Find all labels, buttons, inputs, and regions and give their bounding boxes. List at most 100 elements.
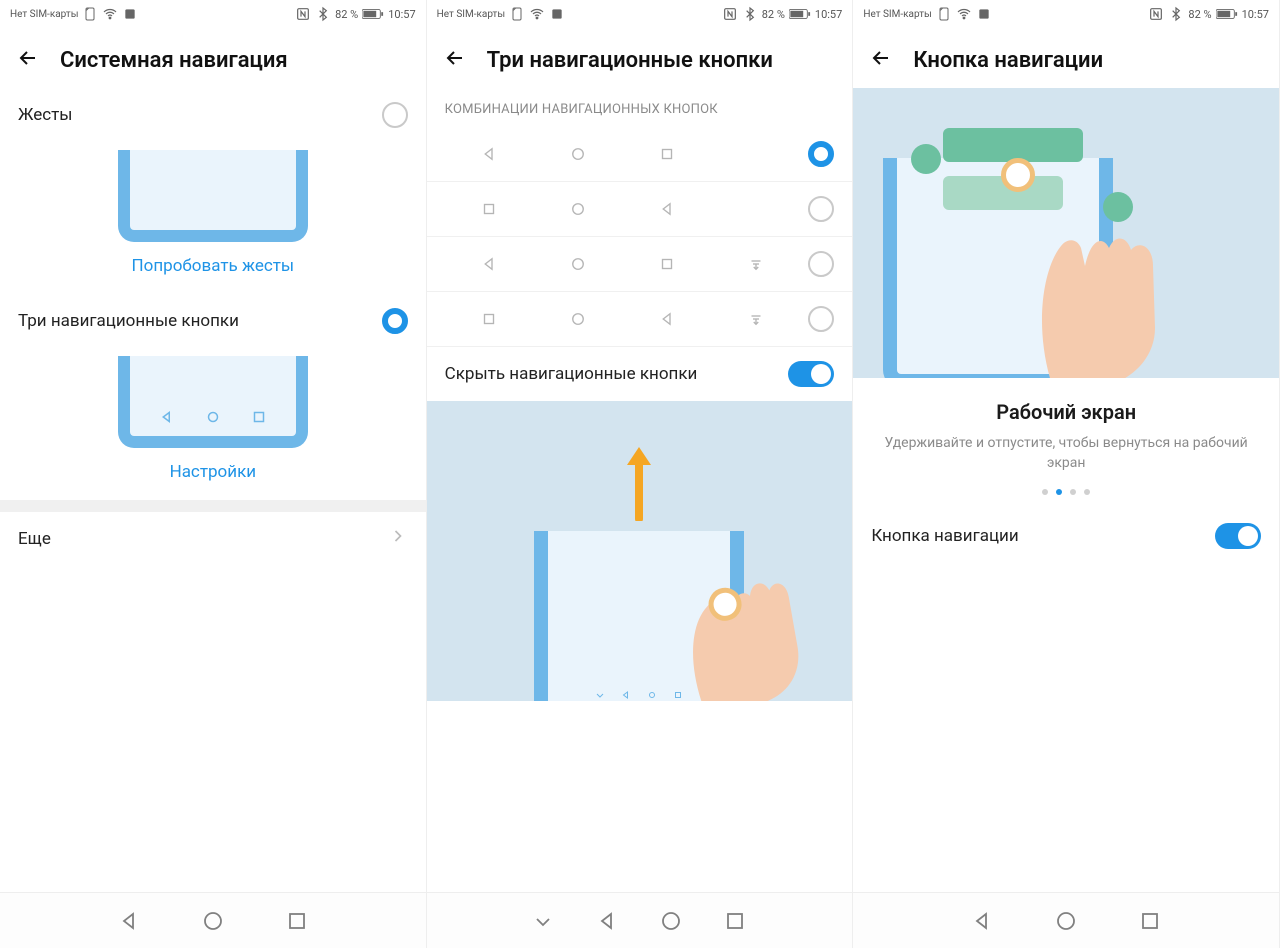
screen-three-nav-keys: Нет SIM-карты 82 % 10:57 Три навигационн… <box>427 0 854 948</box>
hide-nav-keys-row[interactable]: Скрыть навигационные кнопки <box>427 347 853 401</box>
back-button[interactable] <box>869 46 893 74</box>
combo-option-0[interactable] <box>427 127 853 182</box>
back-button[interactable] <box>443 46 467 74</box>
page-dot <box>1056 489 1062 495</box>
more-row[interactable]: Еще <box>0 512 426 565</box>
description-block: Рабочий экран Удерживайте и отпустите, ч… <box>853 378 1279 483</box>
sim-icon-2 <box>549 6 565 22</box>
battery-pct: 82 % <box>335 8 358 21</box>
page-dot <box>1070 489 1076 495</box>
try-gestures-link[interactable]: Попробовать жесты <box>0 242 426 294</box>
sysnav-back-icon[interactable] <box>595 909 619 933</box>
radio-unchecked-icon <box>808 306 834 332</box>
header: Три навигационные кнопки <box>427 28 853 88</box>
toggle-on-icon[interactable] <box>1215 523 1261 549</box>
option-three-keys[interactable]: Три навигационные кнопки <box>0 294 426 348</box>
sim-status: Нет SIM-карты <box>10 9 78 20</box>
status-bar: Нет SIM-карты 82 % 10:57 <box>427 0 853 28</box>
radio-checked-icon <box>382 308 408 334</box>
clock: 10:57 <box>815 8 842 21</box>
system-nav-bar <box>853 892 1279 948</box>
nfc-icon <box>295 6 311 22</box>
home-icon <box>558 145 598 163</box>
clock: 10:57 <box>388 8 415 21</box>
three-keys-illustration <box>0 348 426 448</box>
sysnav-home-icon[interactable] <box>1054 909 1078 933</box>
back-button[interactable] <box>16 46 40 74</box>
sysnav-back-icon[interactable] <box>970 909 994 933</box>
status-bar: Нет SIM-карты 82 % 10:57 <box>853 0 1279 28</box>
nav-button-illustration <box>853 88 1279 378</box>
sysnav-home-icon[interactable] <box>201 909 225 933</box>
home-icon <box>558 310 598 328</box>
screen-navigation-button: Нет SIM-карты 82 % 10:57 Кнопка навигаци… <box>853 0 1280 948</box>
header: Системная навигация <box>0 28 426 88</box>
battery-icon <box>1216 8 1238 20</box>
toggle-on-icon[interactable] <box>788 361 834 387</box>
more-label: Еще <box>18 529 51 549</box>
sysnav-back-icon[interactable] <box>117 909 141 933</box>
wifi-icon <box>529 6 545 22</box>
sim-status: Нет SIM-карты <box>437 9 505 20</box>
clock: 10:57 <box>1242 8 1269 21</box>
notif-icon <box>736 310 776 328</box>
sim-icon-2 <box>122 6 138 22</box>
battery-icon <box>362 8 384 20</box>
option-three-keys-label: Три навигационные кнопки <box>18 311 239 331</box>
wifi-icon <box>956 6 972 22</box>
bluetooth-icon <box>742 6 758 22</box>
sysnav-home-icon[interactable] <box>659 909 683 933</box>
recent-icon <box>469 200 509 218</box>
sysnav-hide-icon[interactable] <box>531 909 555 933</box>
recent-icon <box>647 255 687 273</box>
back-icon <box>469 145 509 163</box>
system-nav-bar <box>0 892 426 948</box>
sysnav-recent-icon[interactable] <box>723 909 747 933</box>
radio-unchecked-icon <box>382 102 408 128</box>
header: Кнопка навигации <box>853 28 1279 88</box>
system-nav-bar <box>427 892 853 948</box>
hide-nav-keys-label: Скрыть навигационные кнопки <box>445 364 698 384</box>
bluetooth-icon <box>315 6 331 22</box>
option-gestures[interactable]: Жесты <box>0 88 426 142</box>
three-keys-settings-link[interactable]: Настройки <box>0 448 426 500</box>
page-title: Три навигационные кнопки <box>487 48 773 73</box>
sim-icon-2 <box>976 6 992 22</box>
back-icon <box>647 310 687 328</box>
recent-icon <box>647 145 687 163</box>
hand-icon <box>1003 158 1223 378</box>
nfc-icon <box>1148 6 1164 22</box>
nav-button-toggle-label: Кнопка навигации <box>871 526 1018 546</box>
back-icon <box>469 255 509 273</box>
sim-icon-1 <box>936 6 952 22</box>
bluetooth-icon <box>1168 6 1184 22</box>
combo-option-2[interactable] <box>427 237 853 292</box>
option-gestures-label: Жесты <box>18 105 73 125</box>
sysnav-recent-icon[interactable] <box>285 909 309 933</box>
battery-pct: 82 % <box>762 8 785 21</box>
status-bar: Нет SIM-карты 82 % 10:57 <box>0 0 426 28</box>
hide-nav-illustration <box>427 401 853 701</box>
nfc-icon <box>722 6 738 22</box>
gestures-illustration <box>0 142 426 242</box>
nav-button-toggle-row[interactable]: Кнопка навигации <box>853 509 1279 563</box>
hand-icon <box>632 494 835 701</box>
sim-status: Нет SIM-карты <box>863 9 931 20</box>
back-icon <box>647 200 687 218</box>
page-title: Системная навигация <box>60 48 288 73</box>
chevron-right-icon <box>388 526 408 551</box>
description-text: Удерживайте и отпустите, чтобы вернуться… <box>877 434 1255 473</box>
radio-unchecked-icon <box>808 251 834 277</box>
sim-icon-1 <box>82 6 98 22</box>
combo-option-3[interactable] <box>427 292 853 347</box>
radio-unchecked-icon <box>808 196 834 222</box>
notif-icon <box>736 255 776 273</box>
page-indicator <box>853 483 1279 509</box>
section-divider <box>0 500 426 512</box>
sim-icon-1 <box>509 6 525 22</box>
sysnav-recent-icon[interactable] <box>1138 909 1162 933</box>
radio-checked-icon <box>808 141 834 167</box>
description-title: Рабочий экран <box>877 400 1255 424</box>
combo-option-1[interactable] <box>427 182 853 237</box>
page-title: Кнопка навигации <box>913 48 1103 73</box>
